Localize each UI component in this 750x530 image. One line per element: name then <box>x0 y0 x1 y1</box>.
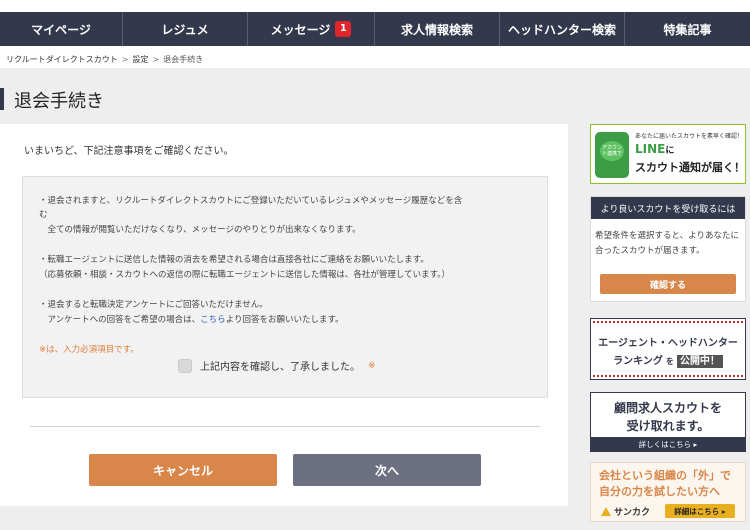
agree-label[interactable]: 上記内容を確認し、了承しました。 <box>200 358 360 373</box>
notice-line: （応募依頼・相談・スカウトへの返信の際に転職エージェントに送信した情報は、各社が… <box>39 270 450 280</box>
sankaku-line-2: 自分の力を試したい方へ <box>599 485 720 498</box>
breadcrumb-home-link[interactable]: リクルートダイレクトスカウト <box>6 55 118 64</box>
published-tag: 公開中！ <box>676 355 723 368</box>
line-word: LINE <box>635 142 666 156</box>
advisor-line-1: 顧問求人スカウトを <box>613 401 722 415</box>
page-title: 退会手続き <box>14 91 104 112</box>
nav-item-resume[interactable]: レジュメ <box>123 12 248 46</box>
survey-text: より回答をお願いいたします。 <box>225 315 344 325</box>
nav-item-headhunter-search[interactable]: ヘッドハンター検索 <box>500 12 625 46</box>
sankaku-logo: サンカク <box>601 505 650 518</box>
nav-item-label: 求人情報検索 <box>400 22 473 37</box>
sankaku-banner[interactable]: 会社という組織の「外」で 自分の力を試したい方へ サンカク 詳細はこちら ▸ <box>590 462 746 522</box>
triangle-icon <box>601 507 611 516</box>
survey-link[interactable]: こちら <box>200 315 226 325</box>
scout-box-text: 希望条件を選択すると、よりあなたに合ったスカウトが届きます。 <box>595 231 739 256</box>
nav-item-label: メッセージ <box>270 22 331 37</box>
intro-text: いまいちど、下記注意事項をご確認ください。 <box>24 146 234 157</box>
line-suffix: に <box>665 146 675 156</box>
ranking-line-2: ランキングを公開中！ <box>591 352 745 368</box>
ranking-particle: を <box>665 357 674 366</box>
nav-item-mypage[interactable]: マイページ <box>0 12 123 46</box>
required-note: ※は、入力必須項目です。 <box>39 345 139 355</box>
survey-text: アンケートへの回答をご希望の場合は、 <box>39 315 201 325</box>
notice-line: ・退会すると転職決定アンケートにご回答いただけません。 <box>39 300 268 310</box>
breadcrumb-separator: > <box>152 55 160 64</box>
nav-item-message[interactable]: メッセージ 1 <box>248 12 375 46</box>
banner-caption: あなたに届いたスカウトを素早く確認！ <box>635 133 744 140</box>
ranking-line-1: エージェント・ヘッドハンター <box>598 338 738 349</box>
notice-line: ・転職エージェントに送信した情報の消去を希望される場合は直接各社にご連絡をお願い… <box>39 255 429 265</box>
notice-line: む <box>39 210 48 220</box>
ranking-word: ランキング <box>613 356 663 367</box>
required-mark: ※ <box>368 360 376 371</box>
breadcrumb: リクルートダイレクトスカウト > 設定 > 退会手続き <box>6 54 203 65</box>
sankaku-logo-text: サンカク <box>614 508 651 518</box>
notice-box: ・退会されますと、リクルートダイレクトスカウトにご登録いただいているレジュメやメ… <box>22 176 548 398</box>
nav-item-label: ヘッドハンター検索 <box>507 22 616 37</box>
notice-line: 全ての情報が閲覧いただけなくなり、メッセージのやりとりが出来なくなります。 <box>39 225 361 235</box>
agree-checkbox[interactable] <box>178 358 192 373</box>
nav-item-features[interactable]: 特集記事 <box>625 12 750 46</box>
nav-item-label: レジュメ <box>161 22 209 37</box>
dotted-border <box>593 321 743 325</box>
ranking-banner[interactable]: エージェント・ヘッドハンター ランキングを公開中！ <box>590 318 746 380</box>
line-notification-banner[interactable]: アカウント連携で あなたに届いたスカウトを素早く確認！ LINEに スカウト通知… <box>590 124 746 184</box>
confirm-button[interactable]: 確認する <box>600 274 736 294</box>
breadcrumb-bar: リクルートダイレクトスカウト > 設定 > 退会手続き <box>0 46 750 68</box>
message-count-badge: 1 <box>335 21 352 37</box>
banner-headline-2: スカウト通知が届く！ <box>635 161 745 174</box>
advisor-scout-banner[interactable]: 顧問求人スカウトを 受け取れます。 詳しくはこちら ▸ <box>590 392 746 452</box>
cancel-button[interactable]: キャンセル <box>89 454 277 486</box>
advisor-details-link[interactable]: 詳しくはこちら ▸ <box>591 437 745 451</box>
breadcrumb-settings-link[interactable]: 設定 <box>132 55 148 64</box>
scout-preference-box: より良いスカウトを受け取るには 希望条件を選択すると、よりあなたに合ったスカウト… <box>590 196 746 302</box>
title-accent-bar <box>0 88 4 110</box>
notice-line-survey: アンケートへの回答をご希望の場合は、こちらより回答をお願いいたします。 <box>39 313 344 325</box>
line-bubble: アカウント連携で <box>600 141 624 161</box>
next-button[interactable]: 次へ <box>293 454 481 486</box>
banner-headline: LINEに <box>635 142 674 156</box>
advisor-line-2: 受け取れます。 <box>626 419 710 433</box>
agree-row: 上記内容を確認し、了承しました。 ※ <box>178 358 376 373</box>
sankaku-details-button[interactable]: 詳細はこちら ▸ <box>665 504 735 518</box>
nav-item-label: マイページ <box>31 22 91 37</box>
withdrawal-panel: いまいちど、下記注意事項をご確認ください。 ・退会されますと、リクルートダイレク… <box>0 124 568 506</box>
divider <box>30 426 540 427</box>
breadcrumb-separator: > <box>121 55 129 64</box>
dotted-border <box>593 373 743 377</box>
breadcrumb-current: 退会手続き <box>163 55 204 64</box>
nav-item-job-search[interactable]: 求人情報検索 <box>375 12 500 46</box>
sankaku-line-1: 会社という組織の「外」で <box>599 469 731 482</box>
notice-line: ・退会されますと、リクルートダイレクトスカウトにご登録いただいているレジュメやメ… <box>39 196 463 206</box>
scout-box-heading: より良いスカウトを受け取るには <box>591 197 745 219</box>
nav-item-label: 特集記事 <box>663 22 712 37</box>
global-nav: マイページ レジュメ メッセージ 1 求人情報検索 ヘッドハンター検索 特集記事 <box>0 12 750 46</box>
